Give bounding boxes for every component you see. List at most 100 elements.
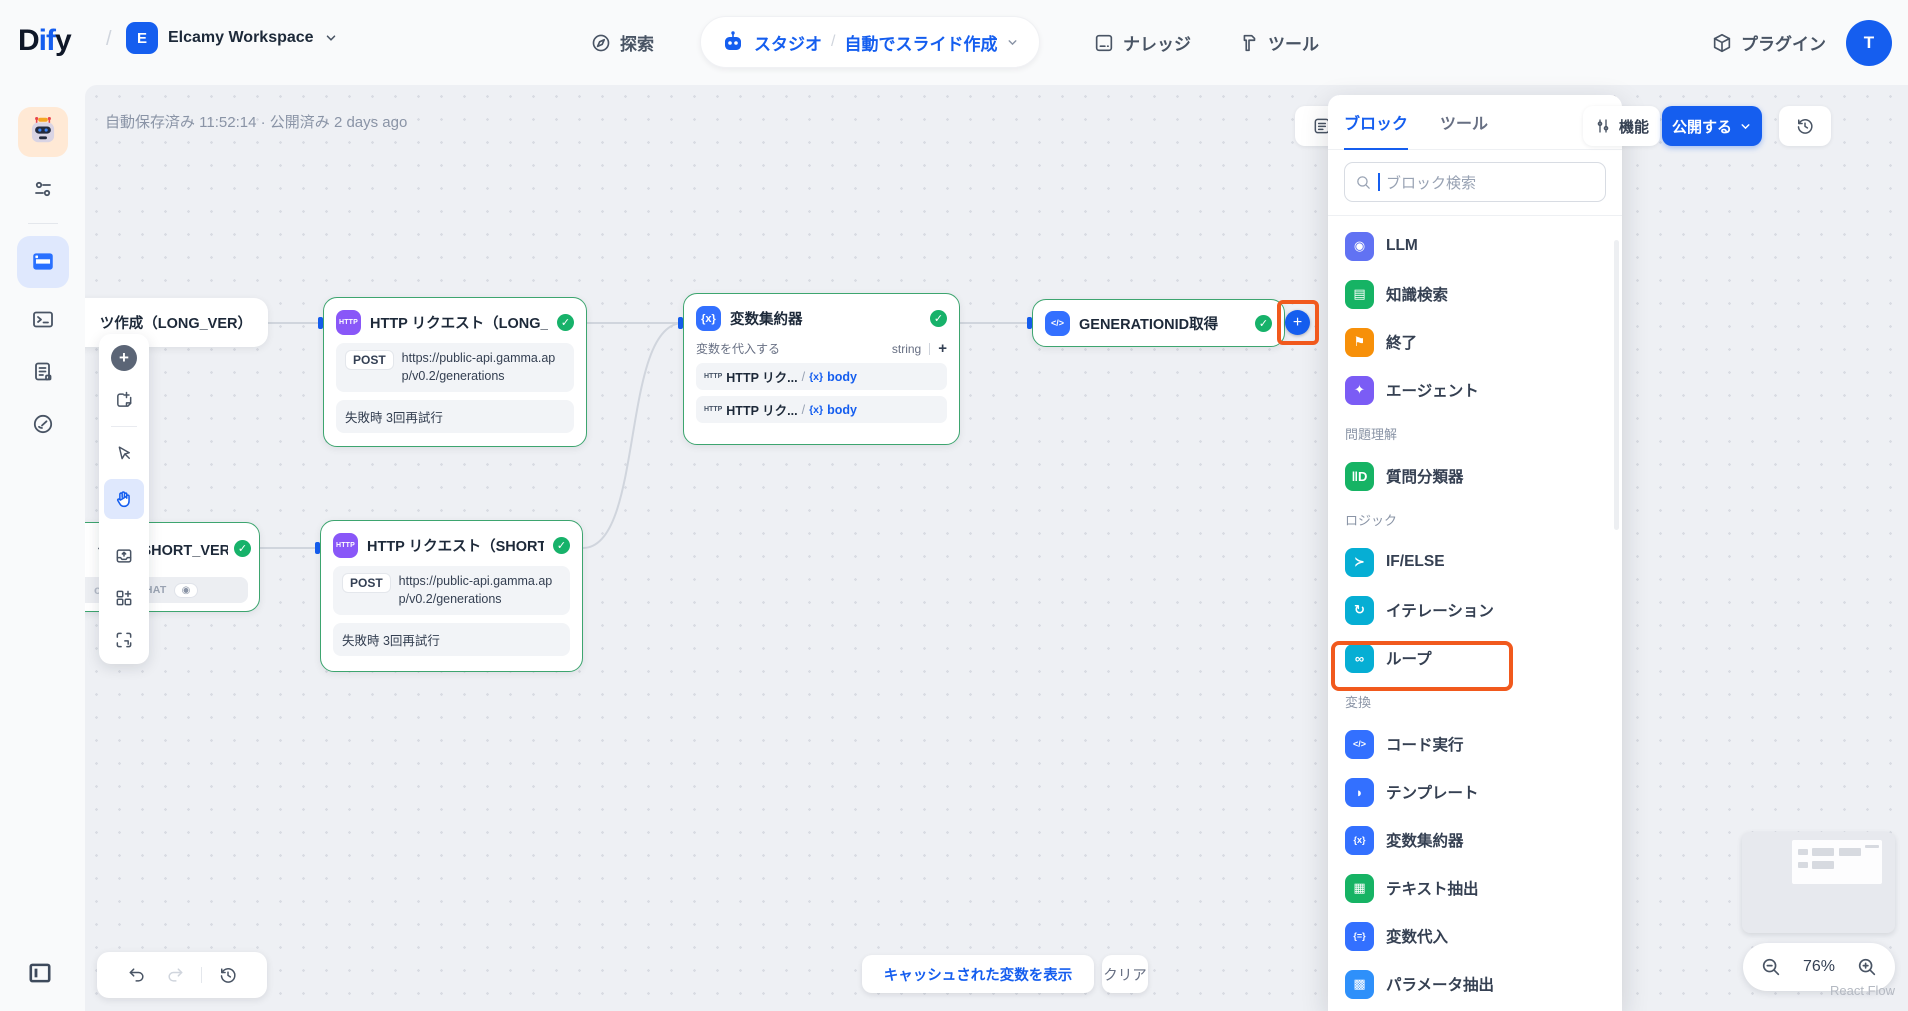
workspace-selector[interactable]: E Elcamy Workspace [126, 22, 338, 54]
version-history-button[interactable] [212, 959, 244, 991]
tab-studio[interactable]: スタジオ [754, 30, 822, 55]
tools-hammer-icon [1238, 32, 1260, 54]
llm-icon: ◉ [1345, 232, 1374, 261]
node-variable-aggregator[interactable]: {x} 変数集約器 ✓ 変数を代入する string + HTTP HTTP リ… [683, 293, 960, 445]
block-item-variable-assigner[interactable]: {=} 変数代入 [1340, 912, 1610, 960]
block-item-parameter-extractor[interactable]: ▩パラメータ抽出 [1340, 960, 1610, 1008]
chevron-down-icon[interactable] [1006, 36, 1019, 49]
block-item-if-else[interactable]: ≻IF/ELSE [1340, 538, 1610, 586]
http-endpoint-row: POST https://public-api.gamma.app/v0.2/g… [333, 566, 570, 615]
zoom-in-button[interactable] [1853, 953, 1881, 981]
block-item-knowledge-retrieval[interactable]: ▤知識検索 [1340, 270, 1610, 318]
node-http-request-short[interactable]: HTTP HTTP リクエスト（SHORT_VER） ✓ POST https:… [320, 520, 583, 672]
var-type-label: string [892, 342, 921, 356]
node-http-request-long[interactable]: HTTP HTTP リクエスト（LONG_VER） ✓ POST https:/… [323, 297, 587, 447]
export-dsl-button[interactable] [108, 540, 140, 572]
features-button[interactable]: 機能 [1583, 106, 1660, 146]
block-item-iteration[interactable]: ↻イテレーション [1340, 586, 1610, 634]
aggregated-variable-row[interactable]: HTTP HTTP リク... / {x} body [696, 396, 947, 423]
explore-compass-icon [590, 32, 612, 54]
dify-logo[interactable]: Dify [18, 24, 71, 58]
minimap[interactable] [1742, 832, 1895, 933]
iteration-icon: ↻ [1345, 596, 1374, 625]
aggregated-variable-row[interactable]: HTTP HTTP リク... / {x} body [696, 363, 947, 390]
terminal-icon [31, 308, 55, 332]
sidebar-item-orchestrate[interactable] [17, 236, 69, 288]
add-next-node-button[interactable]: + [1285, 310, 1310, 335]
node-generation-id[interactable]: </> GENERATIONID取得 ✓ [1032, 299, 1285, 347]
block-item-llm[interactable]: ◉LLM [1340, 222, 1610, 270]
vision-eye-icon: ◉ [174, 583, 199, 598]
sidebar-item-monitoring[interactable] [23, 404, 63, 444]
left-sidebar [0, 85, 85, 1011]
workflow-canvas[interactable]: 自動保存済み 11:52:14 · 公開済み 2 days ago ツ作成（LO… [85, 85, 1908, 1011]
block-search-input[interactable]: ブロック検索 [1344, 162, 1606, 202]
clear-button[interactable]: クリア [1102, 955, 1148, 993]
history-controls [97, 952, 267, 998]
studio-breadcrumb: スタジオ / 自動でスライド作成 [700, 16, 1040, 68]
success-check-icon: ✓ [1255, 315, 1272, 332]
success-check-icon: ✓ [234, 540, 251, 557]
block-item-label: 変数代入 [1386, 925, 1448, 947]
block-item-question-classifier[interactable]: ‖D質問分類器 [1340, 452, 1610, 500]
user-avatar[interactable]: T [1846, 20, 1892, 66]
add-note-button[interactable] [108, 384, 140, 416]
organize-blocks-button[interactable] [108, 582, 140, 614]
app-name[interactable]: 自動でスライド作成 [844, 30, 997, 55]
hand-mode-button[interactable] [104, 479, 144, 519]
block-item-variable-aggregator[interactable]: {x} 変数集約器 [1340, 816, 1610, 864]
variable-assigner-icon: {=} [1345, 922, 1374, 951]
block-item-loop[interactable]: ∞ループ [1340, 634, 1610, 682]
http-url: https://public-api.gamma.app/v0.2/genera… [402, 350, 565, 385]
add-node-button[interactable]: + [108, 342, 140, 374]
panel-scrollbar[interactable] [1614, 240, 1619, 530]
zoom-out-button[interactable] [1757, 953, 1785, 981]
block-item-doc-extractor[interactable]: ▦テキスト抽出 [1340, 864, 1610, 912]
variable-aggregator-icon: {x} [1345, 826, 1374, 855]
fit-view-button[interactable] [108, 624, 140, 656]
nav-explore[interactable]: 探索 [590, 0, 654, 85]
tab-tools[interactable]: ツール [1440, 95, 1488, 150]
show-cached-variables-button[interactable]: キャッシュされた変数を表示 [862, 955, 1094, 993]
search-placeholder: ブロック検索 [1386, 172, 1476, 193]
view-history-button[interactable] [1779, 106, 1831, 146]
canvas-toolbar: + [99, 334, 149, 664]
tab-blocks[interactable]: ブロック [1344, 95, 1408, 150]
top-bar: Dify / E Elcamy Workspace 探索 スタジオ / 自動でス… [0, 0, 1908, 85]
sidebar-item-api[interactable] [23, 300, 63, 340]
block-item-template[interactable]: ◗テンプレート [1340, 768, 1610, 816]
sidebar-item-settings[interactable] [23, 169, 63, 209]
breadcrumb-separator: / [106, 28, 112, 51]
block-item-code[interactable]: </>コード実行 [1340, 720, 1610, 768]
block-item-agent[interactable]: ✦エージェント [1340, 366, 1610, 414]
doc-extractor-icon: ▦ [1345, 874, 1374, 903]
logs-document-icon [31, 360, 55, 384]
block-item-label: コード実行 [1386, 733, 1464, 755]
block-list: ◉LLM▤知識検索⚑終了✦エージェント問題理解‖D質問分類器ロジック≻IF/EL… [1328, 216, 1622, 1008]
nav-plugins[interactable]: プラグイン [1711, 0, 1826, 85]
redo-button[interactable] [159, 959, 191, 991]
nav-tools[interactable]: ツール [1238, 0, 1319, 85]
block-item-label: 変数集約器 [1386, 829, 1464, 851]
knowledge-book-icon [1093, 32, 1115, 54]
success-check-icon: ✓ [930, 310, 947, 327]
block-section-logic: ロジック [1340, 500, 1610, 538]
gauge-icon [31, 412, 55, 436]
http-node-icon: HTTP [336, 310, 361, 335]
block-item-label: パラメータ抽出 [1386, 973, 1494, 995]
app-robot-icon[interactable] [18, 107, 68, 157]
sidebar-item-logs[interactable] [23, 352, 63, 392]
assign-label: 変数を代入する [696, 340, 780, 357]
search-icon [1355, 174, 1372, 191]
add-variable-button[interactable]: + [938, 340, 947, 357]
undo-button[interactable] [121, 959, 153, 991]
block-item-end[interactable]: ⚑終了 [1340, 318, 1610, 366]
question-classifier-icon: ‖D [1345, 462, 1374, 491]
pointer-mode-button[interactable] [108, 437, 140, 469]
zoom-level[interactable]: 76% [1803, 958, 1835, 976]
nav-knowledge[interactable]: ナレッジ [1093, 0, 1191, 85]
publish-button[interactable]: 公開する [1662, 106, 1762, 146]
collapse-sidebar-button[interactable] [22, 955, 58, 991]
block-item-label: 知識検索 [1386, 283, 1448, 305]
sidebar-divider [28, 223, 58, 224]
